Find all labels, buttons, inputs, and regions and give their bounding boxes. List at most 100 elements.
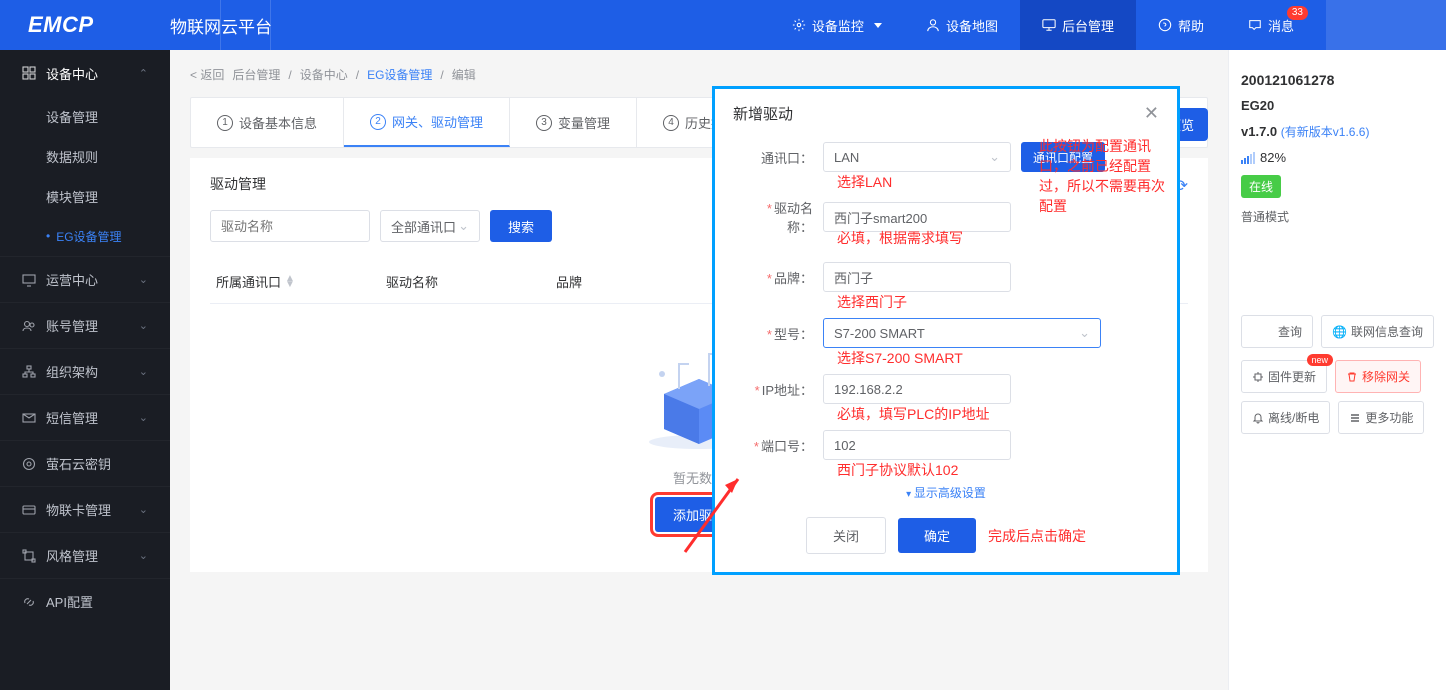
ip-field[interactable] bbox=[823, 374, 1011, 404]
sidebar-item-module-mgmt[interactable]: 模块管理 bbox=[0, 176, 170, 216]
arrow-annotation bbox=[680, 467, 750, 557]
breadcrumb-item[interactable]: 后台管理 bbox=[232, 66, 280, 83]
chevron-down-icon: ⌄ bbox=[139, 365, 148, 378]
driver-name-input[interactable] bbox=[210, 210, 370, 242]
sidebar-item-eg-mgmt[interactable]: EG设备管理 bbox=[0, 216, 170, 256]
sidebar-org[interactable]: 组织架构 ⌄ bbox=[0, 348, 170, 394]
new-badge: new bbox=[1307, 354, 1334, 366]
annotation: 必填，根据需求填写 bbox=[837, 228, 963, 248]
chevron-down-icon: ⌄ bbox=[989, 149, 1000, 165]
offline-button[interactable]: 离线/断电 bbox=[1241, 401, 1330, 434]
sidebar: 设备中心 ⌃ 设备管理 数据规则 模块管理 EG设备管理 运营中心 ⌄ 账号管理… bbox=[0, 50, 170, 690]
platform-title: 物联网云平台 bbox=[170, 13, 272, 38]
ip-label: *IP地址： bbox=[743, 380, 813, 399]
chevron-down-icon: ⌄ bbox=[139, 503, 148, 516]
add-driver-modal: 新增驱动 ✕ 通讯口： LAN⌄ 通讯口配置 选择LAN 此按钮为配置通讯口，之… bbox=[712, 86, 1180, 575]
annotation: 选择西门子 bbox=[837, 292, 907, 312]
sidebar-iot-card[interactable]: 物联卡管理 ⌄ bbox=[0, 486, 170, 532]
port-label: 通讯口： bbox=[743, 148, 813, 167]
annotation: 完成后点击确定 bbox=[988, 526, 1086, 546]
mail-icon bbox=[22, 411, 36, 425]
help-icon bbox=[1158, 18, 1172, 32]
sidebar-item-device-mgmt[interactable]: 设备管理 bbox=[0, 96, 170, 136]
close-icon[interactable]: ✕ bbox=[1144, 103, 1159, 124]
nav-help[interactable]: 帮助 bbox=[1136, 0, 1226, 50]
chevron-down-icon: ⌄ bbox=[139, 319, 148, 332]
port-select[interactable]: LAN⌄ bbox=[823, 142, 1011, 172]
sidebar-sms[interactable]: 短信管理 ⌄ bbox=[0, 394, 170, 440]
link-icon bbox=[22, 595, 36, 609]
search-button[interactable]: 搜索 bbox=[490, 210, 552, 242]
device-model: EG20 bbox=[1241, 98, 1434, 113]
brand-field[interactable] bbox=[823, 262, 1011, 292]
chevron-down-icon: ⌄ bbox=[139, 411, 148, 424]
annotation: 选择S7-200 SMART bbox=[837, 348, 963, 368]
remove-gateway-button[interactable]: 移除网关 bbox=[1335, 360, 1421, 393]
key-icon bbox=[22, 457, 36, 471]
user-menu[interactable] bbox=[1326, 0, 1446, 50]
monitor-icon bbox=[1042, 18, 1056, 32]
model-select[interactable]: S7-200 SMART⌄ bbox=[823, 318, 1101, 348]
nav-admin[interactable]: 后台管理 bbox=[1020, 0, 1136, 50]
user-icon bbox=[926, 18, 940, 32]
tab-variables[interactable]: 3变量管理 bbox=[510, 98, 637, 147]
grid-icon bbox=[22, 66, 36, 80]
nav-map[interactable]: 设备地图 bbox=[904, 0, 1020, 50]
chevron-down-icon: ⌄ bbox=[1079, 325, 1090, 341]
chevron-up-icon: ⌃ bbox=[139, 67, 148, 80]
chevron-down-icon: ⌄ bbox=[139, 273, 148, 286]
sidebar-risk[interactable]: 风格管理 ⌄ bbox=[0, 532, 170, 578]
firmware-button[interactable]: 固件更新 new bbox=[1241, 360, 1327, 393]
model-label: *型号： bbox=[743, 324, 813, 343]
breadcrumb: < 返回 后台管理/ 设备中心/ EG设备管理/ 编辑 bbox=[190, 66, 1208, 83]
users-icon bbox=[22, 319, 36, 333]
sidebar-item-data-rule[interactable]: 数据规则 bbox=[0, 136, 170, 176]
card-icon bbox=[22, 503, 36, 517]
tab-gateway-driver[interactable]: 2网关、驱动管理 bbox=[344, 98, 510, 147]
sort-icon: ▲▼ bbox=[285, 276, 295, 288]
message-badge: 33 bbox=[1287, 6, 1308, 20]
ok-button[interactable]: 确定 bbox=[898, 518, 976, 553]
menu-icon bbox=[1349, 412, 1361, 424]
nav-messages[interactable]: 消息 33 bbox=[1226, 0, 1316, 50]
sidebar-ops-center[interactable]: 运营中心 ⌄ bbox=[0, 256, 170, 302]
name-label: *驱动名称： bbox=[743, 198, 813, 236]
device-info-panel: 200121061278 EG20 v1.7.0 (有新版本v1.6.6) 82… bbox=[1228, 50, 1446, 690]
annotation: 选择LAN bbox=[837, 172, 892, 192]
status-badge: 在线 bbox=[1241, 175, 1281, 198]
breadcrumb-back[interactable]: < 返回 bbox=[190, 66, 224, 83]
trash-icon bbox=[1346, 371, 1358, 383]
annotation: 必填，填写PLC的IP地址 bbox=[837, 404, 989, 424]
nav-monitor[interactable]: 设备监控 bbox=[770, 0, 904, 50]
device-signal: 82% bbox=[1241, 150, 1434, 165]
sidebar-account-mgmt[interactable]: 账号管理 ⌄ bbox=[0, 302, 170, 348]
portnum-label: *端口号： bbox=[743, 436, 813, 455]
query-button[interactable]: 查询 bbox=[1241, 315, 1313, 348]
monitor-icon bbox=[22, 273, 36, 287]
breadcrumb-item[interactable]: 设备中心 bbox=[300, 66, 348, 83]
breadcrumb-current: 编辑 bbox=[452, 66, 476, 83]
port-select[interactable]: 全部通讯口 ⌄ bbox=[380, 210, 480, 242]
chevron-down-icon bbox=[874, 23, 882, 28]
sidebar-ys[interactable]: 萤石云密钥 bbox=[0, 440, 170, 486]
device-version: v1.7.0 (有新版本v1.6.6) bbox=[1241, 123, 1434, 140]
sidebar-api[interactable]: API配置 bbox=[0, 578, 170, 624]
show-advanced-toggle[interactable]: 显示高级设置 bbox=[715, 484, 1177, 501]
device-sn: 200121061278 bbox=[1241, 72, 1434, 88]
tab-basic-info[interactable]: 1设备基本信息 bbox=[191, 98, 344, 147]
more-button[interactable]: 更多功能 bbox=[1338, 401, 1424, 434]
sidebar-device-center[interactable]: 设备中心 ⌃ bbox=[0, 50, 170, 96]
settings-icon bbox=[22, 549, 36, 563]
cancel-button[interactable]: 关闭 bbox=[806, 517, 886, 554]
netinfo-button[interactable]: 🌐 联网信息查询 bbox=[1321, 315, 1434, 348]
gear-icon bbox=[792, 18, 806, 32]
top-navbar: EMCP 物联网云平台 设备监控 设备地图 后台管理 帮助 消息 33 bbox=[0, 0, 1446, 50]
bell-icon bbox=[1252, 412, 1264, 424]
signal-icon bbox=[1241, 152, 1255, 164]
version-link[interactable]: (有新版本v1.6.6) bbox=[1281, 125, 1370, 139]
portnum-field[interactable] bbox=[823, 430, 1011, 460]
th-port[interactable]: 所属通讯口▲▼ bbox=[216, 272, 386, 291]
breadcrumb-item[interactable]: EG设备管理 bbox=[367, 66, 432, 83]
th-name: 驱动名称 bbox=[386, 272, 556, 291]
message-icon bbox=[1248, 18, 1262, 32]
